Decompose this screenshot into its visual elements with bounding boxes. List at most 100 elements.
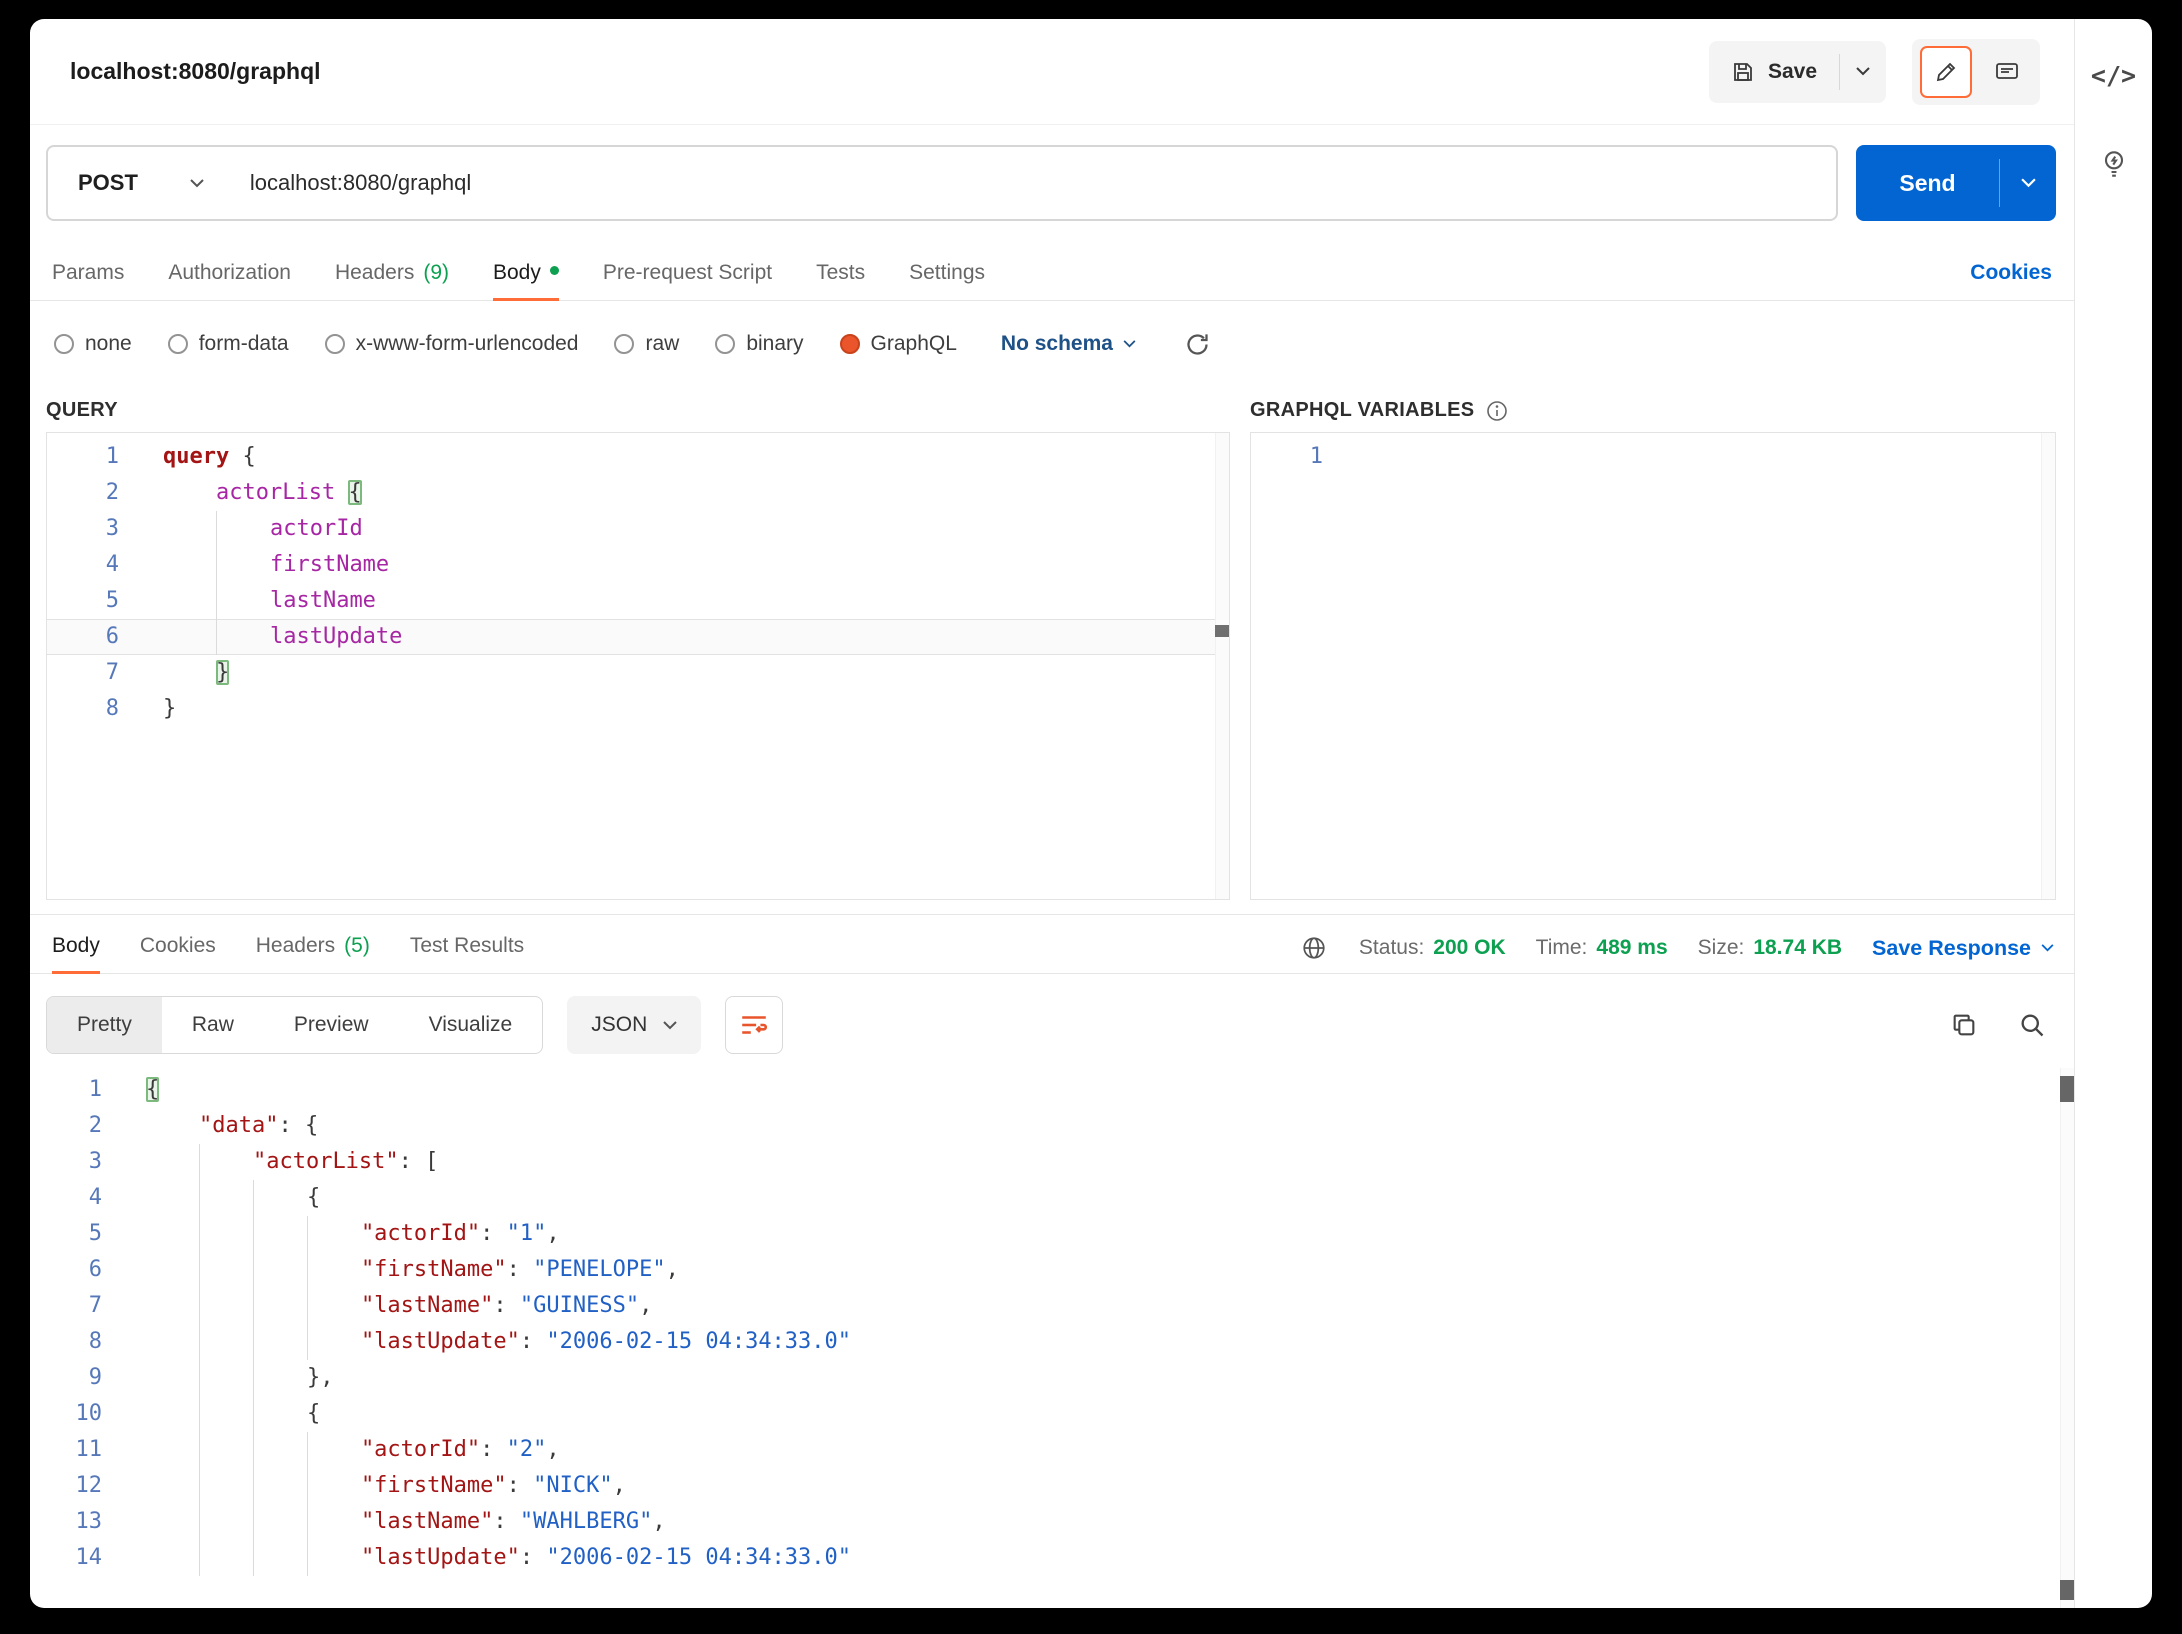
line-number: 1 [30,1072,102,1108]
line-number: 4 [47,547,119,583]
method-url-control: POST localhost:8080/graphql [46,145,1838,221]
body-type-form-data-label: form-data [199,332,289,356]
view-visualize[interactable]: Visualize [399,997,543,1053]
info-icon[interactable] [1486,400,1508,422]
response-toolbar-right [1950,1011,2054,1039]
body-type-x-www-form-urlencoded[interactable]: x-www-form-urlencoded [325,332,579,356]
query-scroll-marker [1215,625,1229,637]
schema-selector[interactable]: No schema [1001,332,1136,356]
resp-tab-headers-label: Headers [256,934,335,958]
send-button[interactable]: Send [1856,145,1999,221]
query-editor: 1query {2 actorList {3 actorId4 firstNam… [47,439,1229,727]
format-label: JSON [591,1013,647,1037]
method-selector[interactable]: POST [48,170,234,196]
body-type-x-www-form-urlencoded-label: x-www-form-urlencoded [356,332,579,356]
network-globe-icon[interactable] [1301,935,1327,961]
line-content: "lastUpdate": "2006-02-15 04:34:33.0" [102,1540,851,1576]
line-number: 9 [30,1360,102,1396]
format-selector[interactable]: JSON [567,996,701,1054]
view-preview[interactable]: Preview [264,997,399,1053]
line-content: "firstName": "PENELOPE", [102,1252,679,1288]
query-section-title: QUERY [46,399,118,421]
line-number: 1 [47,439,119,475]
code-line: 13 "lastName": "WAHLBERG", [30,1504,2074,1540]
response-scrollbar-thumb[interactable] [2060,1076,2074,1102]
body-type-form-data[interactable]: form-data [168,332,289,356]
req-tab-authorization-label: Authorization [168,261,291,285]
wrap-text-icon [739,1012,769,1038]
radio-icon [325,334,345,354]
line-number: 3 [47,511,119,547]
body-type-none[interactable]: none [54,332,132,356]
query-scrollbar[interactable] [1215,433,1229,899]
comment-button[interactable] [1982,47,2032,97]
req-tab-pre-request-script[interactable]: Pre-request Script [603,261,772,300]
variables-scrollbar[interactable] [2041,433,2055,899]
send-options-button[interactable] [2000,145,2056,221]
code-snippet-icon[interactable]: </> [2091,61,2136,90]
schema-label: No schema [1001,332,1113,356]
resp-tab-cookies[interactable]: Cookies [140,934,216,973]
graphql-variables-editor[interactable]: 1 [1250,432,2056,900]
search-button[interactable] [2018,1011,2046,1039]
req-tab-body[interactable]: Body [493,261,559,300]
size-value: 18.74 KB [1753,936,1842,960]
req-tab-params-label: Params [52,261,124,285]
save-options-button[interactable] [1840,67,1886,76]
resp-tab-test-results[interactable]: Test Results [410,934,524,973]
save-response-button[interactable]: Save Response [1872,936,2054,961]
body-type-raw[interactable]: raw [614,332,679,356]
code-line: 8 "lastUpdate": "2006-02-15 04:34:33.0" [30,1324,2074,1360]
code-line: 5 "actorId": "1", [30,1216,2074,1252]
save-button-group: Save [1709,41,1886,103]
time-label: Time: [1536,936,1588,960]
request-url-row: POST localhost:8080/graphql Send [30,145,2074,221]
req-tab-tests[interactable]: Tests [816,261,865,300]
cookies-link[interactable]: Cookies [1970,261,2052,300]
line-content: query { [119,439,256,475]
line-content: "lastName": "GUINESS", [102,1288,652,1324]
size-label: Size: [1698,936,1745,960]
req-tab-headers[interactable]: Headers(9) [335,261,449,300]
view-raw[interactable]: Raw [162,997,264,1053]
edit-button[interactable] [1920,46,1972,98]
body-type-binary[interactable]: binary [715,332,803,356]
line-number: 6 [47,619,119,655]
code-line: 2 actorList { [47,475,1229,511]
variables-section-title: GRAPHQL VARIABLES [1250,399,1474,422]
line-content: "lastUpdate": "2006-02-15 04:34:33.0" [102,1324,851,1360]
req-tab-settings[interactable]: Settings [909,261,985,300]
response-tabs: Body Cookies Headers(5) Test Results [52,934,524,973]
url-input[interactable]: localhost:8080/graphql [234,170,471,196]
resp-tab-body[interactable]: Body [52,934,100,973]
line-number: 13 [30,1504,102,1540]
wrap-text-button[interactable] [725,996,783,1054]
view-pretty[interactable]: Pretty [47,997,162,1053]
code-line: 3 actorId [47,511,1229,547]
line-number: 10 [30,1396,102,1432]
resp-tab-test-results-label: Test Results [410,934,524,958]
copy-button[interactable] [1950,1011,1978,1039]
graphql-query-editor[interactable]: 1query {2 actorList {3 actorId4 firstNam… [46,432,1230,900]
line-number: 8 [30,1324,102,1360]
lightbulb-icon[interactable] [2099,148,2129,180]
code-line: 5 lastName [47,583,1229,619]
line-number: 6 [30,1252,102,1288]
body-type-raw-label: raw [645,332,679,356]
line-content: { [102,1396,320,1432]
time-badge: Time: 489 ms [1536,936,1668,960]
req-tab-params[interactable]: Params [52,261,124,300]
refresh-schema-button[interactable] [1184,331,1211,358]
chevron-down-icon [2041,944,2054,952]
line-content: } [119,691,176,727]
body-type-graphql[interactable]: GraphQL [840,332,957,356]
code-line: 9 }, [30,1360,2074,1396]
resp-tab-headers[interactable]: Headers(5) [256,934,370,973]
code-line: 7 "lastName": "GUINESS", [30,1288,2074,1324]
response-scrollbar[interactable] [2060,1068,2074,1608]
save-button[interactable]: Save [1709,60,1839,84]
response-body-editor[interactable]: 1{2 "data": {3 "actorList": [4 {5 "actor… [30,1068,2074,1608]
req-tab-authorization[interactable]: Authorization [168,261,291,300]
radio-icon [840,334,860,354]
response-meta: Status: 200 OK Time: 489 ms Size: 18.74 … [1301,935,2054,973]
